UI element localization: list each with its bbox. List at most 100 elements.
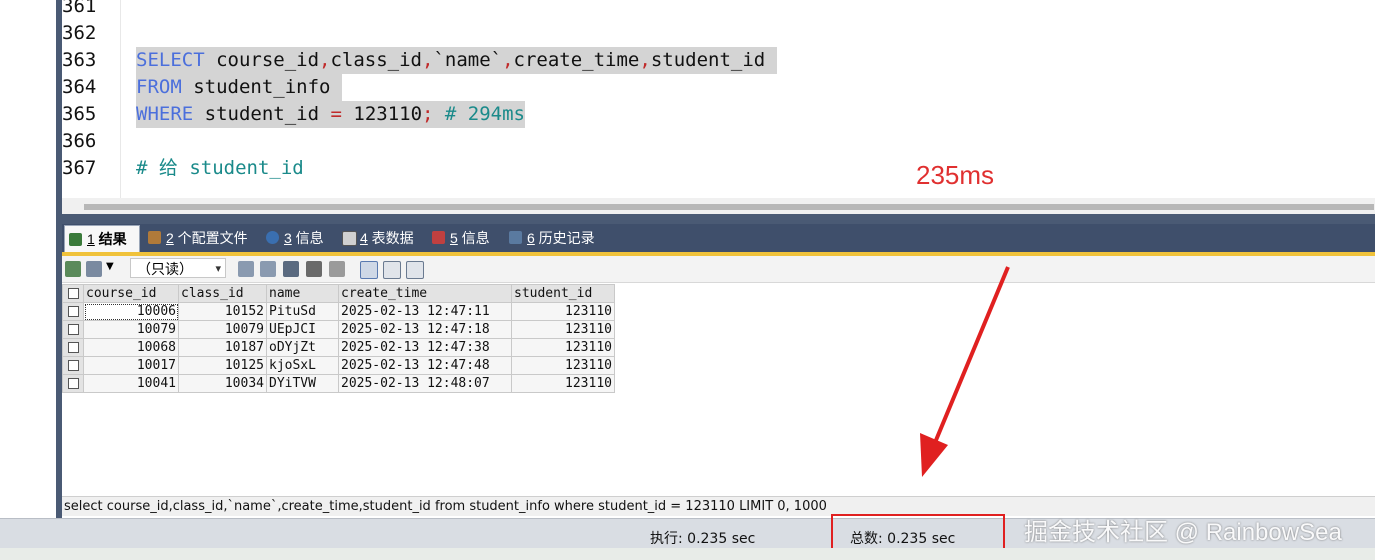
comma: , [422,49,434,71]
table-row[interactable]: 10006 10152 PituSd 2025-02-13 12:47:11 1… [62,302,615,321]
line-number: 364 [62,76,97,98]
line-number: 362 [62,22,97,44]
line-number: 367 [62,157,97,179]
code-line-where[interactable]: WHERE student_id = 123110; # 294ms [136,101,525,128]
number-literal: 123110 [341,103,423,125]
keyword: FROM [136,76,182,98]
tab-history[interactable]: 6 历史记录 [505,224,595,252]
line-number: 361 [62,0,97,17]
comma: , [502,49,514,71]
table-cell[interactable]: DYiTVW [266,374,339,393]
table-row[interactable]: 10041 10034 DYiTVW 2025-02-13 12:48:07 1… [62,374,615,393]
text-view-icon[interactable] [406,261,424,279]
cancel-icon[interactable] [329,261,345,277]
row-checkbox[interactable] [62,374,84,393]
comment: # 给 student_id [136,157,304,179]
table-cell[interactable]: 2025-02-13 12:47:38 [338,338,512,357]
table-cell[interactable]: kjoSxL [266,356,339,375]
table-cell[interactable]: 2025-02-13 12:47:11 [338,302,512,321]
table-cell[interactable]: 10068 [83,338,179,357]
comma: , [639,49,651,71]
line-number: 366 [62,130,97,152]
column-header[interactable]: create_time [338,284,512,303]
code-line-select[interactable]: SELECT course_id,class_id,`name`,create_… [136,47,777,74]
result-tabs: 1 结果 2 个配置文件 3 信息 4 表数据 5 信息 6 历史记录 [62,224,1375,253]
table-cell[interactable]: 2025-02-13 12:47:48 [338,356,512,375]
form-view-icon[interactable] [383,261,401,279]
identifier: course_id [204,49,320,71]
table-cell[interactable]: 123110 [511,338,615,357]
table-cell[interactable]: 10041 [83,374,179,393]
tab-table-data[interactable]: 4 表数据 [338,224,414,252]
table-cell[interactable]: UEpJCI [266,320,339,339]
pane-splitter[interactable] [62,214,1375,224]
column-header[interactable]: name [266,284,339,303]
info-icon [266,231,279,244]
table-header-row: course_id class_id name create_time stud… [62,284,615,303]
insert-row-icon[interactable] [238,261,254,277]
delete-icon[interactable] [306,261,322,277]
table-row[interactable]: 10068 10187 oDYjZt 2025-02-13 12:47:38 1… [62,338,615,357]
chevron-down-icon[interactable]: ▼ [106,261,114,272]
table-cell[interactable]: 123110 [511,302,615,321]
table-row[interactable]: 10079 10079 UEpJCI 2025-02-13 12:47:18 1… [62,320,615,339]
export-icon[interactable] [65,261,81,277]
identifier: create_time [513,49,640,71]
table-cell[interactable]: 10152 [178,302,267,321]
save-icon[interactable] [283,261,299,277]
table-row[interactable]: 10017 10125 kjoSxL 2025-02-13 12:47:48 1… [62,356,615,375]
identifier: `name` [433,49,503,71]
code-line-comment[interactable]: # 给 student_id [136,155,304,182]
row-checkbox[interactable] [62,320,84,339]
comment: # 294ms [433,103,525,125]
table-cell[interactable]: oDYjZt [266,338,339,357]
table-cell[interactable]: 2025-02-13 12:47:18 [338,320,512,339]
tab-profiles[interactable]: 2 个配置文件 [144,224,248,252]
table-cell[interactable]: 10125 [178,356,267,375]
code-line-from[interactable]: FROM student_info [136,74,342,101]
table-cell[interactable]: 10017 [83,356,179,375]
duplicate-row-icon[interactable] [260,261,276,277]
semicolon: ; [422,103,434,125]
chevron-down-icon: ▾ [215,263,221,275]
identifier: student_id [193,103,331,125]
row-checkbox[interactable] [62,356,84,375]
column-header[interactable]: class_id [178,284,267,303]
tab-results[interactable]: 1 结果 [64,225,140,253]
line-number: 365 [62,103,97,125]
history-icon [509,231,522,244]
sql-editor[interactable]: 361 362 363 364 365 366 367 SELECT cours… [0,0,1375,214]
grid-view-icon[interactable] [360,261,378,279]
scrollbar-thumb[interactable] [84,204,1374,210]
table-cell[interactable]: 10034 [178,374,267,393]
row-checkbox[interactable] [62,338,84,357]
column-header[interactable]: student_id [511,284,615,303]
tab-info[interactable]: 3 信息 [262,224,324,252]
watermark: 掘金技术社区 @ RainbowSea [1024,519,1342,546]
select-all-checkbox[interactable] [62,284,84,303]
tab-info-2[interactable]: 5 信息 [428,224,490,252]
execution-time: 执行: 0.235 sec [650,531,756,547]
table-cell[interactable]: 123110 [511,356,615,375]
table-icon [342,231,357,246]
table-cell[interactable]: 123110 [511,374,615,393]
info-chart-icon [432,231,445,244]
row-checkbox[interactable] [62,302,84,321]
readonly-select[interactable]: （只读） ▾ [130,258,226,278]
table-cell[interactable]: 10079 [178,320,267,339]
grid-mode-icon[interactable] [86,261,102,277]
results-grid-icon [69,233,82,246]
result-toolbar: ▼ （只读） ▾ [62,256,1375,283]
comma: , [319,49,331,71]
table-cell[interactable]: 2025-02-13 12:48:07 [338,374,512,393]
table-cell[interactable]: 123110 [511,320,615,339]
identifier: class_id [330,49,422,71]
identifier: student_info [181,76,342,98]
table-cell[interactable]: 10006 [83,302,179,321]
result-grid[interactable]: course_id class_id name create_time stud… [62,284,615,393]
table-cell[interactable]: 10079 [83,320,179,339]
table-cell[interactable]: 10187 [178,338,267,357]
table-cell[interactable]: PituSd [266,302,339,321]
column-header[interactable]: course_id [83,284,179,303]
identifier: student_id [650,49,777,71]
